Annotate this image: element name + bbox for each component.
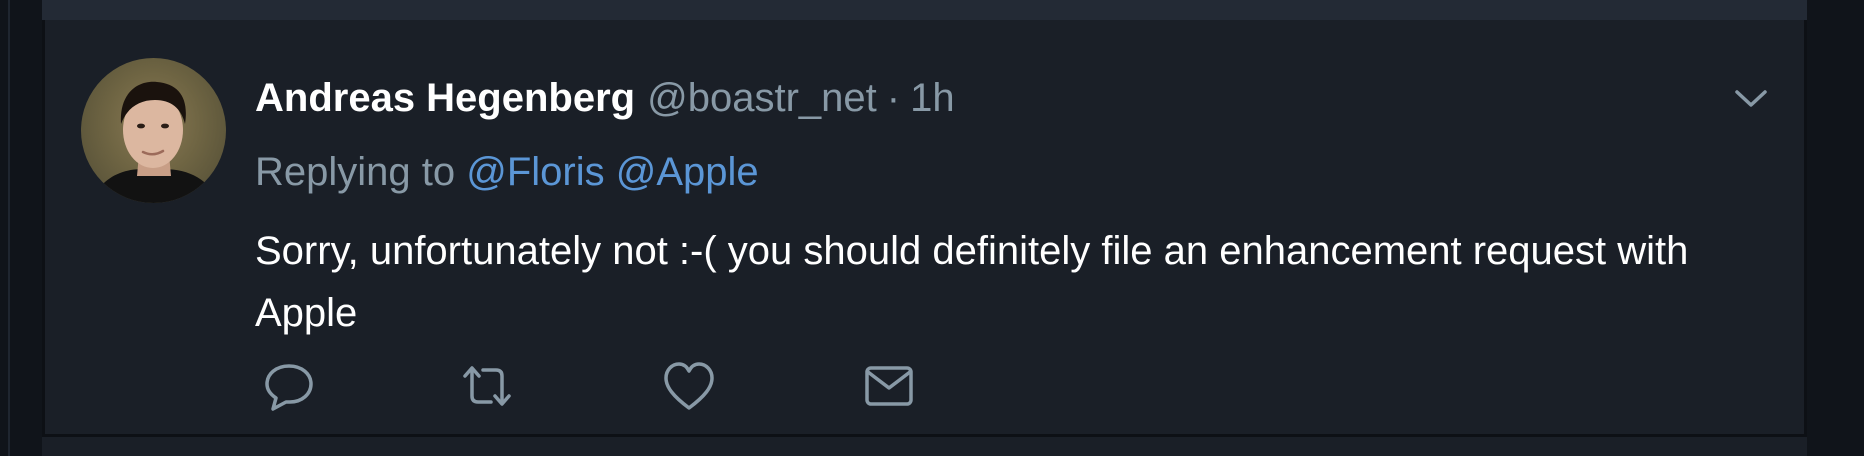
avatar[interactable] bbox=[81, 58, 226, 203]
tweet-timestamp[interactable]: 1h bbox=[910, 76, 955, 121]
tweet-header: Andreas Hegenberg @boastr_net · 1h bbox=[255, 76, 955, 122]
reply-icon[interactable] bbox=[259, 356, 319, 416]
tweet-text: Sorry, unfortunately not :-( you should … bbox=[255, 229, 1689, 335]
chevron-down-icon[interactable] bbox=[1725, 76, 1777, 120]
next-tweet-card[interactable] bbox=[42, 434, 1807, 456]
replying-to-label: Replying to bbox=[255, 150, 456, 194]
tweet-card[interactable]: Andreas Hegenberg @boastr_net · 1h Reply… bbox=[42, 20, 1807, 434]
mention-apple[interactable]: @Apple bbox=[616, 150, 759, 194]
timeline-edge-divider bbox=[8, 0, 10, 456]
display-name[interactable]: Andreas Hegenberg bbox=[255, 76, 635, 121]
tweet-actions bbox=[255, 356, 1155, 416]
retweet-icon[interactable] bbox=[457, 356, 517, 416]
timeline: Andreas Hegenberg @boastr_net · 1h Reply… bbox=[0, 0, 1864, 456]
replying-to: Replying to @Floris @Apple bbox=[255, 150, 759, 195]
envelope-icon[interactable] bbox=[859, 356, 919, 416]
user-handle[interactable]: @boastr_net bbox=[647, 76, 877, 121]
mention-floris[interactable]: @Floris bbox=[466, 150, 604, 194]
header-separator: · bbox=[886, 76, 901, 120]
previous-tweet-card[interactable] bbox=[42, 0, 1807, 20]
heart-icon[interactable] bbox=[659, 356, 719, 416]
